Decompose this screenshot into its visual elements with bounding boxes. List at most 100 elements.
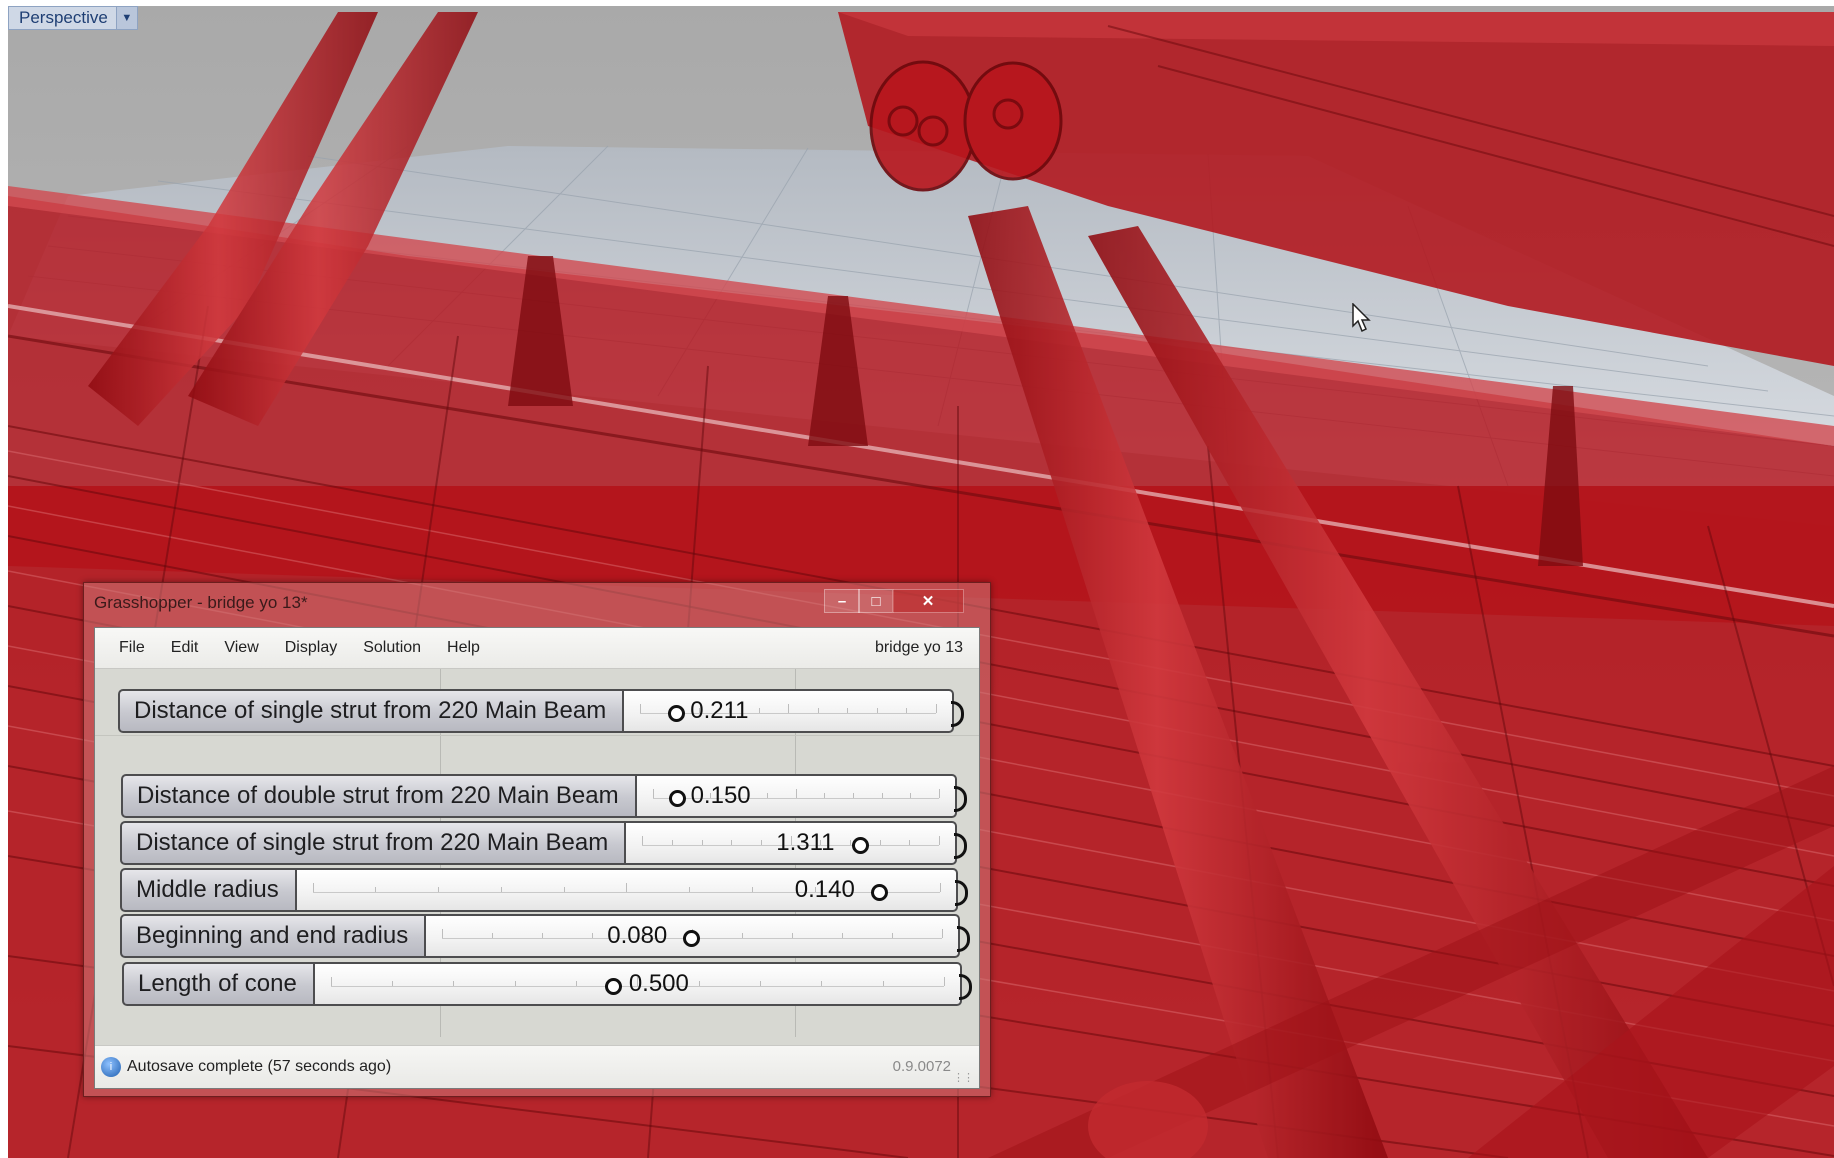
- viewport-label-text: Perspective: [19, 8, 108, 27]
- slider-tick: [909, 840, 911, 845]
- slider-tick: [824, 793, 826, 798]
- slider-tick: [876, 708, 878, 713]
- slider-tick: [563, 887, 565, 892]
- slider-tick: [652, 789, 654, 798]
- number-slider[interactable]: Distance of double strut from 220 Main B…: [121, 774, 967, 818]
- slider-knob[interactable]: [604, 978, 622, 995]
- slider-tick: [939, 836, 940, 845]
- slider-tick: [821, 981, 823, 986]
- slider-tick: [330, 977, 332, 986]
- slider-knob[interactable]: [683, 930, 701, 947]
- slider-tick: [492, 933, 494, 938]
- menu-solution[interactable]: Solution: [361, 637, 423, 659]
- slider-label: Distance of single strut from 220 Main B…: [118, 689, 623, 733]
- version-label: 0.9.0072: [892, 1058, 951, 1075]
- canvas-grid-line: [95, 735, 979, 736]
- slider-tick: [767, 793, 769, 798]
- number-slider[interactable]: Beginning and end radius 0.080: [120, 914, 970, 958]
- slider-tick: [760, 840, 762, 845]
- number-slider[interactable]: Middle radius 0.140: [120, 868, 968, 912]
- slider-label: Beginning and end radius: [120, 914, 425, 958]
- number-slider[interactable]: Length of cone 0.500: [122, 962, 972, 1006]
- slider-tick: [751, 887, 753, 892]
- output-grip-icon[interactable]: [951, 701, 964, 727]
- slider-knob[interactable]: [852, 837, 870, 854]
- slider-value: 0.080: [607, 922, 668, 949]
- slider-track[interactable]: 0.140: [294, 868, 968, 912]
- slider-tick: [698, 981, 700, 986]
- viewport-title-tab[interactable]: Perspective ▼: [8, 6, 138, 30]
- menu-display[interactable]: Display: [283, 637, 339, 659]
- slider-tick: [881, 793, 883, 798]
- slider-tick: [792, 933, 794, 938]
- slider-value: 0.211: [690, 697, 749, 724]
- slider-value: 1.311: [776, 829, 835, 856]
- status-bar: i Autosave complete (57 seconds ago) 0.9…: [95, 1045, 979, 1088]
- slider-tick: [758, 708, 760, 713]
- slider-label: Distance of single strut from 220 Main B…: [120, 821, 625, 865]
- slider-tick: [453, 981, 455, 986]
- output-grip-icon[interactable]: [954, 833, 967, 859]
- minimize-icon: –: [837, 592, 847, 610]
- menu-edit[interactable]: Edit: [169, 637, 201, 659]
- menu-file[interactable]: File: [117, 637, 147, 659]
- slider-tick: [671, 840, 673, 845]
- slider-tick: [312, 883, 314, 892]
- menu-view[interactable]: View: [222, 637, 260, 659]
- output-grip-icon[interactable]: [954, 786, 967, 812]
- slider-track[interactable]: 0.150: [634, 774, 967, 818]
- grasshopper-canvas[interactable]: Distance of single strut from 220 Main B…: [95, 669, 979, 1037]
- slider-tick: [944, 977, 945, 986]
- slider-label: Distance of double strut from 220 Main B…: [121, 774, 635, 818]
- output-grip-icon[interactable]: [955, 880, 968, 906]
- output-grip-icon[interactable]: [957, 926, 970, 952]
- close-button[interactable]: ✕: [892, 589, 964, 613]
- slider-tick: [514, 981, 516, 986]
- maximize-button[interactable]: □: [858, 589, 894, 613]
- slider-tick: [626, 883, 628, 892]
- slider-knob[interactable]: [668, 705, 686, 722]
- slider-knob[interactable]: [668, 790, 686, 807]
- slider-track[interactable]: 1.311: [624, 821, 967, 865]
- slider-tick: [731, 840, 733, 845]
- slider-tick: [542, 933, 544, 938]
- slider-tick: [375, 887, 377, 892]
- status-text: Autosave complete (57 seconds ago): [127, 1058, 392, 1075]
- slider-tick: [942, 929, 943, 938]
- slider-tick: [500, 887, 502, 892]
- slider-track[interactable]: 0.211: [622, 689, 964, 733]
- slider-tick: [701, 840, 703, 845]
- slider-value: 0.500: [628, 970, 689, 997]
- slider-track[interactable]: 0.500: [312, 962, 972, 1006]
- slider-tick: [849, 840, 851, 845]
- slider-tick: [882, 981, 884, 986]
- slider-value: 0.140: [794, 876, 855, 903]
- slider-tick: [689, 887, 691, 892]
- slider-tick: [640, 704, 642, 713]
- number-slider[interactable]: Distance of single strut from 220 Main B…: [120, 821, 967, 865]
- slider-tick: [576, 981, 578, 986]
- resize-grip-icon[interactable]: ⋮⋮: [953, 1071, 974, 1084]
- minimize-button[interactable]: –: [824, 589, 860, 613]
- slider-knob[interactable]: [870, 884, 888, 901]
- mouse-cursor-icon: [1352, 302, 1372, 338]
- slider-value: 0.150: [690, 782, 751, 809]
- window-titlebar[interactable]: Grasshopper - bridge yo 13* – □ ✕: [84, 583, 990, 623]
- menu-help[interactable]: Help: [445, 637, 482, 659]
- slider-tick: [788, 704, 790, 713]
- close-icon: ✕: [921, 593, 935, 610]
- grasshopper-info-icon: i: [101, 1057, 121, 1077]
- document-name[interactable]: bridge yo 13: [875, 639, 963, 657]
- slider-tick: [642, 836, 644, 845]
- slider-tick: [795, 789, 797, 798]
- grasshopper-client-area: File Edit View Display Solution Help bri…: [94, 627, 980, 1089]
- output-grip-icon[interactable]: [959, 974, 972, 1000]
- slider-tick: [936, 704, 937, 713]
- slider-tick: [892, 933, 894, 938]
- number-slider[interactable]: Distance of single strut from 220 Main B…: [118, 689, 964, 733]
- slider-tick: [392, 981, 394, 986]
- grasshopper-window[interactable]: Grasshopper - bridge yo 13* – □ ✕ File E…: [83, 582, 991, 1097]
- chevron-down-icon[interactable]: ▼: [115, 7, 137, 29]
- slider-track[interactable]: 0.080: [424, 914, 970, 958]
- menu-bar: File Edit View Display Solution Help bri…: [95, 628, 979, 669]
